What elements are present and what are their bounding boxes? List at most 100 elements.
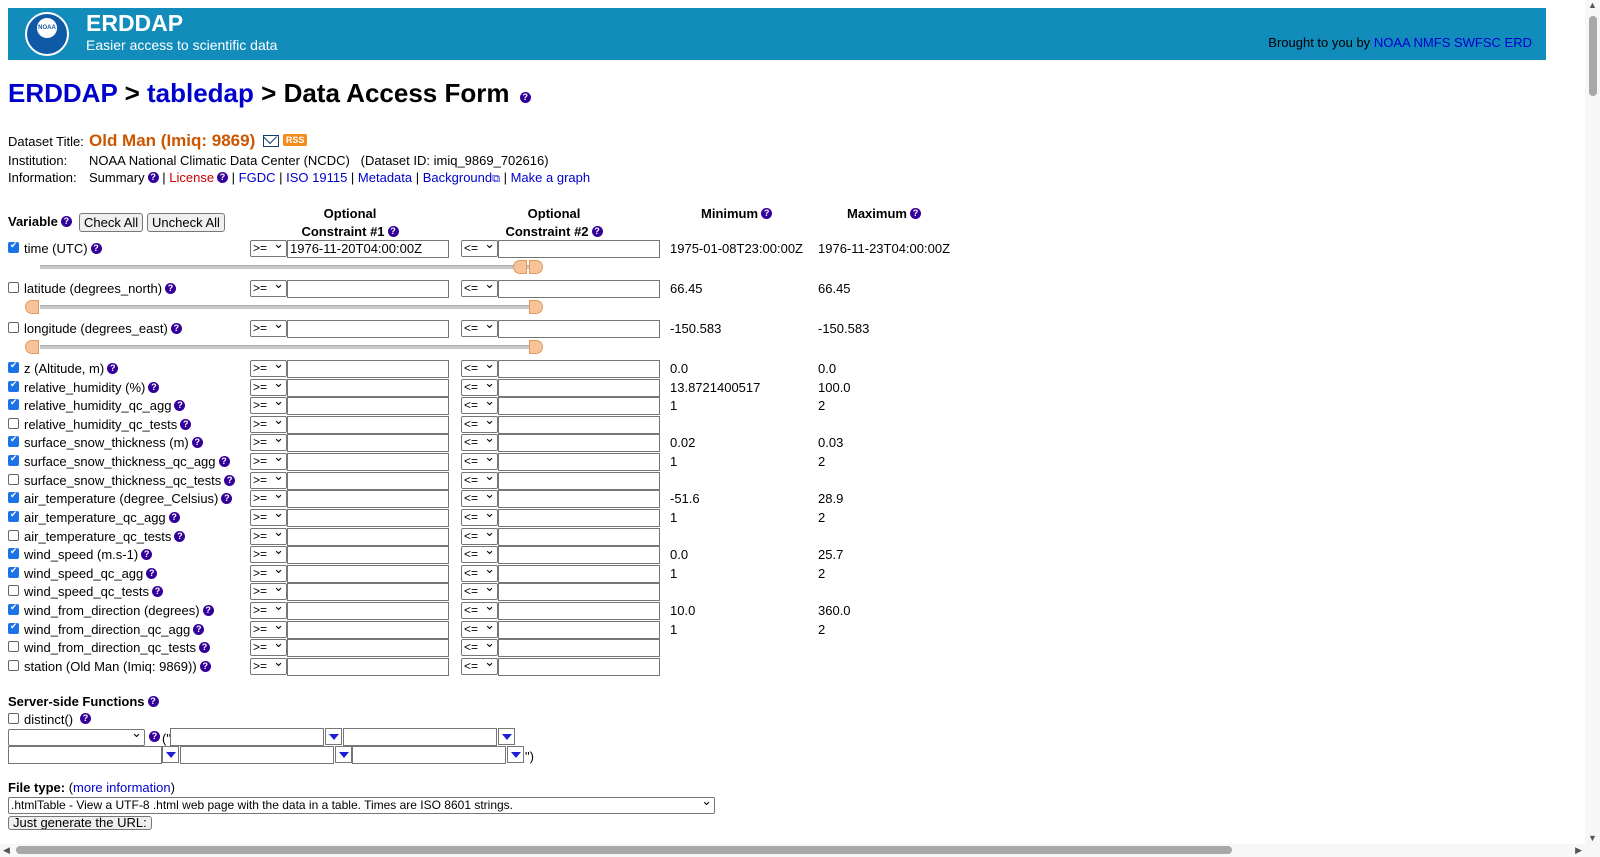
constraint2-input[interactable] <box>498 416 660 434</box>
range-slider-track[interactable] <box>40 345 536 349</box>
distinct-help-icon[interactable]: ? <box>80 713 91 724</box>
constraint1-input[interactable] <box>287 565 449 583</box>
scroll-right-arrow[interactable]: ▶ <box>1575 845 1582 856</box>
constraint1-input[interactable]: 1976-11-20T04:00:00Z <box>287 240 449 258</box>
constraint1-input[interactable] <box>287 472 449 490</box>
more-information-link[interactable]: more information <box>73 780 171 795</box>
variable-checkbox[interactable] <box>8 585 19 596</box>
constraint2-operator[interactable]: <= <box>461 654 498 675</box>
orderby-select[interactable] <box>8 725 145 746</box>
constraint1-input[interactable] <box>287 528 449 546</box>
minimum-help-icon[interactable]: ? <box>761 208 773 219</box>
constraint1-help-icon[interactable]: ? <box>387 226 399 237</box>
orderby-var3-dropdown[interactable] <box>162 746 179 763</box>
variable-help-icon[interactable]: ? <box>174 531 186 542</box>
variable-checkbox[interactable] <box>8 565 19 578</box>
slider-handle-left[interactable] <box>25 340 39 354</box>
variable-checkbox[interactable] <box>8 602 19 615</box>
uncheck-all-button[interactable]: Uncheck All <box>147 213 225 232</box>
vertical-scrollbar[interactable]: ▲ ▼ <box>1585 0 1600 857</box>
constraint2-input[interactable] <box>498 379 660 397</box>
variable-checkbox[interactable] <box>8 453 19 466</box>
horizontal-scroll-thumb[interactable] <box>16 846 1232 854</box>
constraint1-operator[interactable]: >= <box>250 654 287 675</box>
constraint1-input[interactable] <box>287 639 449 657</box>
check-all-button[interactable]: Check All <box>79 213 144 232</box>
constraint1-input[interactable] <box>287 434 449 452</box>
variable-checkbox[interactable] <box>8 418 19 429</box>
rss-icon[interactable]: RSS <box>282 134 308 146</box>
variable-help-icon[interactable]: ? <box>170 323 182 334</box>
variable-help-icon[interactable]: ? <box>191 437 203 448</box>
orderby-var2-input[interactable] <box>343 728 497 746</box>
constraint1-input[interactable] <box>287 490 449 508</box>
constraint1-input[interactable] <box>287 621 449 639</box>
constraint2-input[interactable] <box>498 621 660 639</box>
slider-handle-right[interactable] <box>529 340 543 354</box>
variable-checkbox[interactable] <box>8 641 19 652</box>
orderby-var4-input[interactable] <box>180 746 334 764</box>
slider-handle-right[interactable] <box>529 300 543 314</box>
variable-help-icon[interactable]: ? <box>141 549 153 560</box>
constraint2-input[interactable] <box>498 240 660 258</box>
maximum-help-icon[interactable]: ? <box>909 208 921 219</box>
variable-help-icon[interactable]: ? <box>165 283 177 294</box>
server-functions-help-icon[interactable]: ? <box>147 696 159 707</box>
license-link[interactable]: License <box>169 170 214 185</box>
variable-help-icon[interactable]: ? <box>148 382 160 393</box>
variable-checkbox[interactable] <box>8 546 19 559</box>
constraint1-input[interactable] <box>287 397 449 415</box>
variable-help-icon[interactable]: ? <box>107 363 119 374</box>
constraint2-input[interactable] <box>498 546 660 564</box>
constraint2-operator[interactable]: <= <box>461 316 498 337</box>
license-help-icon[interactable]: ? <box>217 172 229 183</box>
constraint2-input[interactable] <box>498 602 660 620</box>
email-icon[interactable] <box>262 135 279 147</box>
constraint2-input[interactable] <box>498 453 660 471</box>
constraint2-input[interactable] <box>498 490 660 508</box>
variable-checkbox[interactable] <box>8 660 19 671</box>
scroll-left-arrow[interactable]: ◀ <box>3 845 10 856</box>
constraint1-input[interactable] <box>287 658 449 676</box>
variable-checkbox[interactable] <box>8 530 19 541</box>
fgdc-link[interactable]: FGDC <box>239 170 276 185</box>
orderby-var5-input[interactable] <box>352 746 506 764</box>
variable-help-icon[interactable]: ? <box>198 642 210 653</box>
variable-checkbox[interactable] <box>8 434 19 447</box>
breadcrumb-tabledap[interactable]: tabledap <box>147 78 254 108</box>
variable-checkbox[interactable] <box>8 509 19 522</box>
variable-checkbox[interactable] <box>8 490 19 503</box>
range-slider-track[interactable] <box>40 305 536 309</box>
metadata-link[interactable]: Metadata <box>358 170 412 185</box>
constraint2-input[interactable] <box>498 397 660 415</box>
file-type-select[interactable]: .htmlTable - View a UTF-8 .html web page… <box>8 793 715 814</box>
slider-handle-left[interactable] <box>513 260 527 274</box>
constraint2-input[interactable] <box>498 639 660 657</box>
constraint2-input[interactable] <box>498 280 660 298</box>
variable-checkbox[interactable] <box>8 621 19 634</box>
make-graph-link[interactable]: Make a graph <box>511 170 591 185</box>
scroll-up-arrow[interactable]: ▲ <box>1588 0 1597 10</box>
constraint1-operator[interactable]: >= <box>250 276 287 297</box>
variable-help-icon[interactable]: ? <box>193 624 205 635</box>
variable-help-icon[interactable]: ? <box>224 475 236 486</box>
constraint2-input[interactable] <box>498 320 660 338</box>
constraint1-input[interactable] <box>287 280 449 298</box>
variable-checkbox[interactable] <box>8 240 19 253</box>
constraint2-input[interactable] <box>498 360 660 378</box>
constraint2-input[interactable] <box>498 434 660 452</box>
variable-checkbox[interactable] <box>8 282 19 293</box>
variable-help-icon[interactable]: ? <box>146 568 158 579</box>
constraint1-input[interactable] <box>287 379 449 397</box>
horizontal-scrollbar[interactable]: ◀ ▶ <box>0 844 1585 857</box>
constraint1-operator[interactable]: >= <box>250 316 287 337</box>
constraint1-operator[interactable]: >= <box>250 236 287 257</box>
variable-help-icon[interactable]: ? <box>152 586 164 597</box>
constraint1-input[interactable] <box>287 453 449 471</box>
variable-help-icon[interactable]: ? <box>218 456 230 467</box>
help-icon[interactable]: ? <box>519 92 531 103</box>
generate-url-button[interactable]: Just generate the URL: <box>8 816 152 830</box>
variable-help-icon[interactable]: ? <box>221 493 233 504</box>
variable-help-icon[interactable]: ? <box>180 419 192 430</box>
slider-handle-right[interactable] <box>529 260 543 274</box>
